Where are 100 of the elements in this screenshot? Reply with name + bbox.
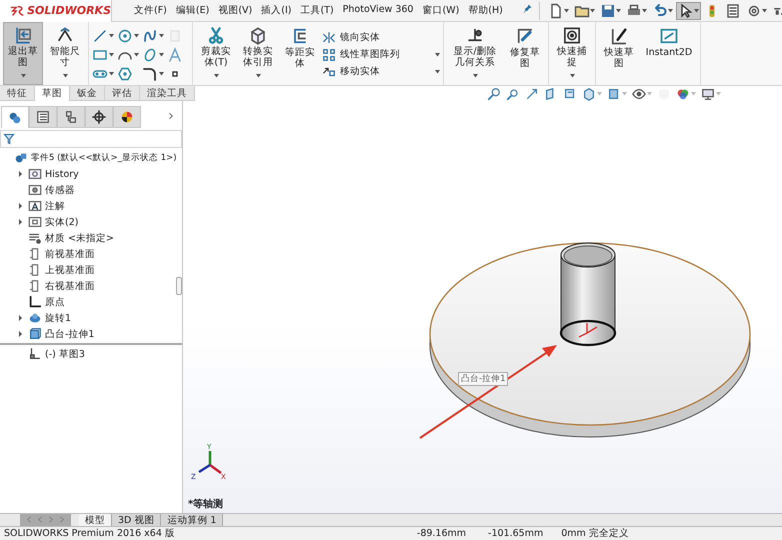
menu-item[interactable]: 文件(F) (134, 4, 167, 17)
configuration-icon[interactable] (64, 110, 78, 124)
origin-icon (28, 295, 42, 309)
text-tool-icon (167, 46, 183, 62)
dropdown-caret-icon[interactable] (159, 34, 164, 38)
dropdown-caret-icon[interactable] (109, 52, 114, 56)
menu-item[interactable]: 工具(T) (300, 4, 334, 17)
ribbon-list-item[interactable]: 镜向实体 (322, 30, 440, 44)
coordinate-x: -89.16mm (416, 528, 466, 539)
view-label: *等轴测 (188, 498, 224, 511)
display-style-icon[interactable] (607, 86, 621, 100)
tree-item[interactable]: 注解 (0, 198, 65, 214)
dropdown-caret-icon[interactable] (694, 8, 699, 12)
view-toolbar-button[interactable] (581, 86, 603, 102)
ribbon-button[interactable]: 剪裁实体(T) (196, 22, 236, 85)
list-icon (724, 2, 741, 18)
dropdown-caret-icon[interactable] (109, 72, 114, 76)
dropdown-caret-icon[interactable] (159, 52, 164, 56)
dropdown-caret-icon[interactable] (570, 74, 574, 78)
ribbon-tab[interactable]: 特征 (0, 86, 35, 100)
ribbon-list-item[interactable]: 线性草图阵列 (322, 48, 440, 62)
solid-bodies-icon (28, 215, 42, 229)
tree-item[interactable]: 右视基准面 (0, 278, 95, 294)
tree-item[interactable]: 凸台-拉伸1 (0, 326, 94, 342)
expand-arrow-icon[interactable] (18, 331, 23, 337)
panel-tab[interactable] (113, 106, 141, 128)
dropdown-caret-icon[interactable] (642, 8, 647, 12)
toolbar-button[interactable] (676, 2, 701, 20)
ribbon-tab[interactable]: 渲染工具 (140, 86, 195, 100)
dropdown-caret-icon[interactable] (668, 8, 673, 12)
menu-item[interactable]: 视图(V) (218, 4, 252, 17)
ribbon-button[interactable]: 修复草图 (505, 22, 545, 85)
dropdown-caret-icon[interactable] (762, 8, 767, 12)
monitor-icon[interactable] (701, 86, 715, 100)
ribbon-tab[interactable]: 草图 (35, 86, 70, 101)
panel-tab[interactable] (85, 106, 113, 128)
dropdown-caret-icon[interactable] (435, 52, 440, 56)
ribbon-button[interactable]: 显示/删除几何关系 (447, 22, 503, 85)
document-tab[interactable]: 3D 视图 (112, 514, 162, 526)
tree-item[interactable]: 原点 (0, 294, 65, 310)
menu-item[interactable]: PhotoView 360 (342, 4, 414, 17)
pin-icon[interactable] (520, 3, 533, 15)
sketch-icon (28, 347, 42, 361)
tree-item[interactable]: 实体(2) (0, 214, 78, 230)
splitter-handle[interactable] (176, 277, 182, 295)
menu-item[interactable]: 帮助(H) (468, 4, 503, 17)
tree-item[interactable]: 传感器 (0, 182, 75, 198)
dropdown-caret-icon[interactable] (134, 34, 139, 38)
eye-icon[interactable] (632, 86, 646, 100)
feature-tree-icon[interactable] (8, 110, 22, 124)
dropdown-caret-icon[interactable] (109, 34, 114, 38)
ribbon-tab[interactable]: 钣金 (70, 86, 105, 100)
menu-item[interactable]: 编辑(E) (176, 4, 210, 17)
tree-item[interactable]: (-) 草图3 (0, 346, 85, 362)
crosshair-icon[interactable] (92, 110, 106, 124)
axis-triad-icon (198, 451, 222, 474)
expand-arrow-icon[interactable] (18, 219, 23, 225)
tree-item[interactable]: 零件5 (默认<<默认>_显示状态 1>) (0, 150, 177, 166)
ribbon-button[interactable]: 转换实体引用 (238, 22, 278, 85)
document-tab[interactable]: 模型 (79, 514, 112, 526)
tree-item[interactable]: 旋转1 (0, 310, 72, 326)
document-tab[interactable]: 运动算例 1 (161, 514, 224, 526)
dropdown-caret-icon[interactable] (214, 74, 218, 78)
dropdown-caret-icon[interactable] (472, 74, 478, 78)
ribbon-button[interactable]: 快速捕捉 (552, 22, 592, 85)
expand-arrow-icon[interactable] (18, 171, 23, 177)
expand-arrow-icon[interactable] (18, 203, 23, 209)
dropdown-caret-icon[interactable] (256, 74, 260, 78)
line-icon (92, 28, 108, 44)
dropdown-caret-icon[interactable] (590, 8, 595, 12)
expand-arrow-icon[interactable] (18, 315, 23, 321)
dropdown-caret-icon[interactable] (159, 72, 164, 76)
ribbon-button[interactable]: 智能尺寸 (45, 22, 85, 85)
dropdown-caret-icon[interactable] (62, 74, 68, 78)
scene-icon[interactable] (676, 86, 690, 100)
dropdown-caret-icon[interactable] (435, 70, 440, 74)
ribbon-tab[interactable]: 评估 (105, 86, 140, 100)
ribbon-button[interactable]: Instant2D (641, 22, 697, 85)
ribbon-button[interactable]: 退出草图 (3, 22, 43, 85)
ribbon-button[interactable]: 快速草图 (599, 22, 639, 85)
tree-item[interactable]: History (0, 166, 79, 182)
tree-item[interactable]: 上视基准面 (0, 262, 95, 278)
menu-item[interactable]: 插入(I) (261, 4, 292, 17)
tree-item[interactable]: 材质 <未指定> (0, 230, 114, 246)
dropdown-caret-icon[interactable] (134, 52, 139, 56)
tree-item[interactable]: 前视基准面 (0, 246, 95, 262)
dropdown-caret-icon[interactable] (564, 8, 569, 12)
dropdown-caret-icon[interactable] (616, 8, 621, 12)
filter-icon (3, 133, 15, 145)
history-folder-icon (28, 167, 42, 181)
panel-tab[interactable] (1, 106, 29, 128)
panel-tab[interactable] (57, 106, 85, 128)
ribbon-button[interactable]: 等距实体 (280, 22, 320, 85)
property-list-icon[interactable] (36, 110, 50, 124)
menu-item[interactable]: 窗口(W) (422, 4, 460, 17)
filter-field[interactable] (0, 130, 182, 148)
dropdown-caret-icon[interactable] (20, 74, 26, 78)
color-wheel-icon[interactable] (120, 110, 134, 124)
panel-tab[interactable] (29, 106, 57, 128)
ribbon-list-item[interactable]: 移动实体 (322, 64, 440, 78)
